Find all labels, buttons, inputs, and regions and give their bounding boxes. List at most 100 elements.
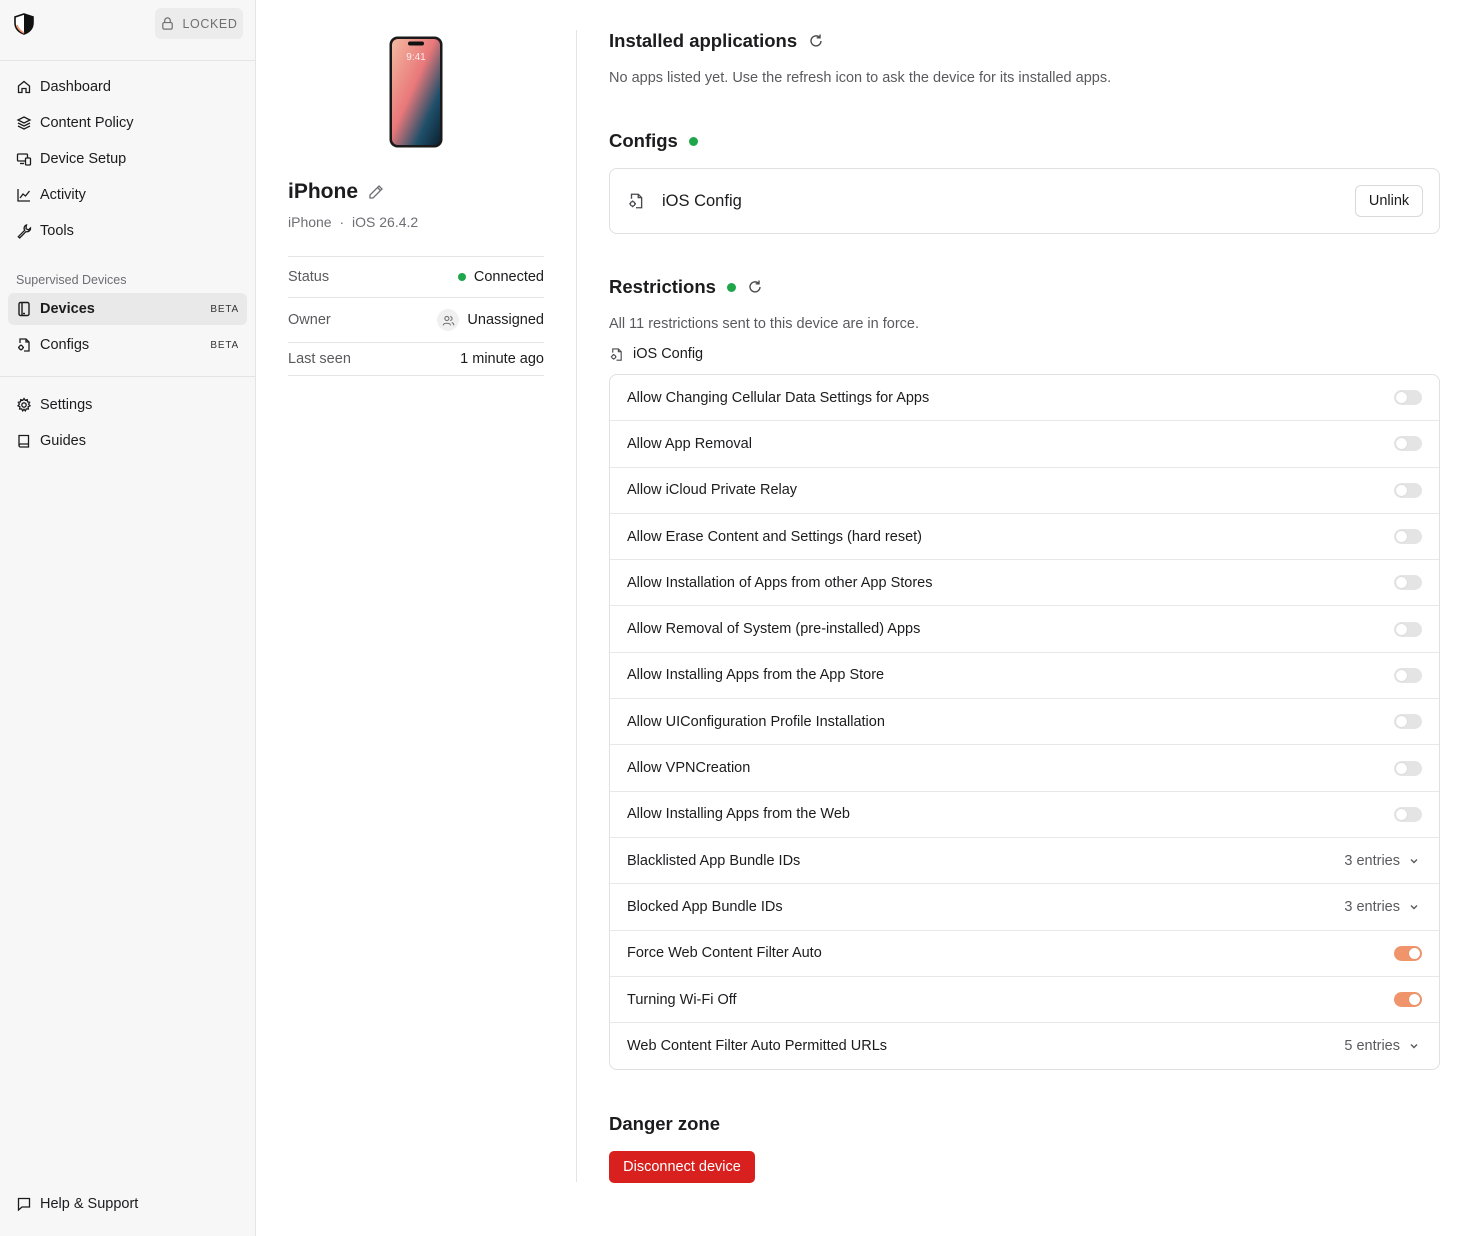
configs-status-dot xyxy=(688,136,698,146)
toggle-switch-on[interactable] xyxy=(1394,945,1422,961)
nav-label: Content Policy xyxy=(40,115,134,131)
nav-configs[interactable]: Configs BETA xyxy=(8,329,247,361)
toggle-switch-off[interactable] xyxy=(1394,436,1422,452)
restriction-label: Web Content Filter Auto Permitted URLs xyxy=(627,1038,888,1055)
nav-device-setup[interactable]: Device Setup xyxy=(8,143,247,175)
restriction-label: Allow Installation of Apps from other Ap… xyxy=(627,574,933,591)
restriction-row: Allow Removal of System (pre-installed) … xyxy=(610,606,1439,653)
restriction-row: Allow App Removal xyxy=(610,421,1439,468)
config-name: iOS Config xyxy=(662,191,742,210)
nav-label: Configs xyxy=(40,337,90,353)
nav-content-policy[interactable]: Content Policy xyxy=(8,107,247,139)
nav-activity[interactable]: Activity xyxy=(8,179,247,211)
restriction-row: Allow VPNCreation xyxy=(610,745,1439,792)
phone-clock: 9:41 xyxy=(406,52,426,63)
entries-dropdown[interactable]: 5 entries xyxy=(1344,1038,1420,1054)
chevron-down-icon xyxy=(1410,1044,1418,1049)
info-value: Connected xyxy=(457,269,544,285)
disconnect-device-button[interactable]: Disconnect device xyxy=(609,1151,755,1183)
entries-count: 3 entries xyxy=(1344,898,1400,915)
subtitle-separator: · xyxy=(339,214,345,230)
toggle-switch-off[interactable] xyxy=(1394,667,1422,683)
pencil-icon[interactable] xyxy=(368,184,384,200)
file-gear-icon xyxy=(18,338,30,352)
status-text: Connected xyxy=(473,269,544,285)
restriction-row: Turning Wi-Fi Off xyxy=(610,977,1439,1024)
restrictions-source: iOS Config xyxy=(609,346,703,362)
restriction-label: Blocked App Bundle IDs xyxy=(627,898,783,915)
toggle-switch-off[interactable] xyxy=(1394,714,1422,730)
nav-guides[interactable]: Guides xyxy=(8,425,247,457)
restriction-label: Allow Installing Apps from the App Store xyxy=(627,667,885,684)
section-title: Restrictions xyxy=(609,276,716,297)
restriction-row[interactable]: Blacklisted App Bundle IDs 3 entries xyxy=(610,838,1439,885)
entries-dropdown[interactable]: 3 entries xyxy=(1344,899,1420,915)
restriction-row: Allow Installing Apps from the Web xyxy=(610,792,1439,838)
file-gear-icon xyxy=(610,347,622,361)
layers-icon xyxy=(16,116,32,130)
nav-label: Help & Support xyxy=(40,1196,139,1212)
nav-tools[interactable]: Tools xyxy=(8,215,247,247)
shield-logo-icon[interactable] xyxy=(12,12,36,36)
config-card[interactable]: iOS Config Unlink xyxy=(609,168,1440,234)
device-subtitle: iPhone · iOS 26.4.2 xyxy=(288,214,418,230)
iphone-image: 9:41 xyxy=(389,36,443,148)
info-key: Owner xyxy=(288,312,331,328)
nav-label: Guides xyxy=(40,433,86,449)
restriction-label: Allow Changing Cellular Data Settings fo… xyxy=(627,389,930,406)
toggle-switch-off[interactable] xyxy=(1394,621,1422,637)
restriction-row: Allow Installing Apps from the App Store xyxy=(610,653,1439,700)
restriction-row[interactable]: Blocked App Bundle IDs 3 entries xyxy=(610,884,1439,931)
status-dot xyxy=(457,273,466,281)
restrictions-status-dot xyxy=(726,282,736,292)
sidebar-footer: Help & Support xyxy=(0,1184,255,1224)
nav-devices[interactable]: Devices BETA xyxy=(8,293,247,325)
owner-avatar xyxy=(437,309,460,331)
toggle-switch-on[interactable] xyxy=(1394,992,1422,1007)
entries-count: 5 entries xyxy=(1344,1038,1400,1055)
restriction-row: Allow Installation of Apps from other Ap… xyxy=(610,560,1439,607)
main-nav: Dashboard Content Policy Device Setup Ac… xyxy=(0,61,255,247)
nav-label: Devices xyxy=(40,301,95,317)
installed-apps-heading: Installed applications xyxy=(609,30,824,52)
tablet-icon xyxy=(18,301,30,317)
sidebar: LOCKED Dashboard Content Policy Device S… xyxy=(0,0,256,1236)
sidebar-header: LOCKED xyxy=(0,0,255,61)
restriction-row[interactable]: Web Content Filter Auto Permitted URLs 5 … xyxy=(610,1023,1439,1069)
toggle-switch-off[interactable] xyxy=(1394,806,1422,822)
toggle-switch-off[interactable] xyxy=(1394,390,1422,406)
panel-divider xyxy=(576,30,577,1182)
restriction-row: Allow Erase Content and Settings (hard r… xyxy=(610,514,1439,561)
refresh-icon[interactable] xyxy=(747,279,763,295)
info-key: Status xyxy=(288,269,330,285)
nav-label: Device Setup xyxy=(40,151,127,167)
restrictions-list: Allow Changing Cellular Data Settings fo… xyxy=(609,374,1440,1071)
device-info-table: Status Connected Owner Unassigned Last s… xyxy=(288,256,544,376)
restriction-label: Allow VPNCreation xyxy=(627,760,751,777)
owner-value[interactable]: Unassigned xyxy=(437,309,544,331)
refresh-icon[interactable] xyxy=(808,33,824,49)
lock-toggle-button[interactable]: LOCKED xyxy=(155,8,243,39)
unlink-button[interactable]: Unlink xyxy=(1355,185,1423,217)
chevron-down-icon xyxy=(1410,858,1418,864)
message-icon xyxy=(17,1197,31,1212)
nav-help-support[interactable]: Help & Support xyxy=(8,1188,247,1220)
nav-dashboard[interactable]: Dashboard xyxy=(8,71,247,103)
toggle-switch-off[interactable] xyxy=(1394,482,1422,498)
nav-label: Activity xyxy=(40,187,86,203)
section-title: Configs xyxy=(609,130,678,151)
toggle-switch-off[interactable] xyxy=(1394,529,1422,545)
book-icon xyxy=(18,434,30,448)
nav-label: Dashboard xyxy=(40,79,111,95)
toggle-switch-off[interactable] xyxy=(1394,760,1422,776)
home-icon xyxy=(17,80,31,94)
devices-icon xyxy=(16,153,32,166)
info-row-owner: Owner Unassigned xyxy=(288,298,544,343)
entries-dropdown[interactable]: 3 entries xyxy=(1344,853,1420,869)
nav-settings[interactable]: Settings xyxy=(8,389,247,421)
owner-text: Unassigned xyxy=(467,312,544,328)
entries-count: 3 entries xyxy=(1344,852,1400,869)
toggle-switch-off[interactable] xyxy=(1394,575,1422,591)
restriction-row: Allow iCloud Private Relay xyxy=(610,468,1439,514)
supervised-nav: Devices BETA Configs BETA xyxy=(0,293,255,361)
